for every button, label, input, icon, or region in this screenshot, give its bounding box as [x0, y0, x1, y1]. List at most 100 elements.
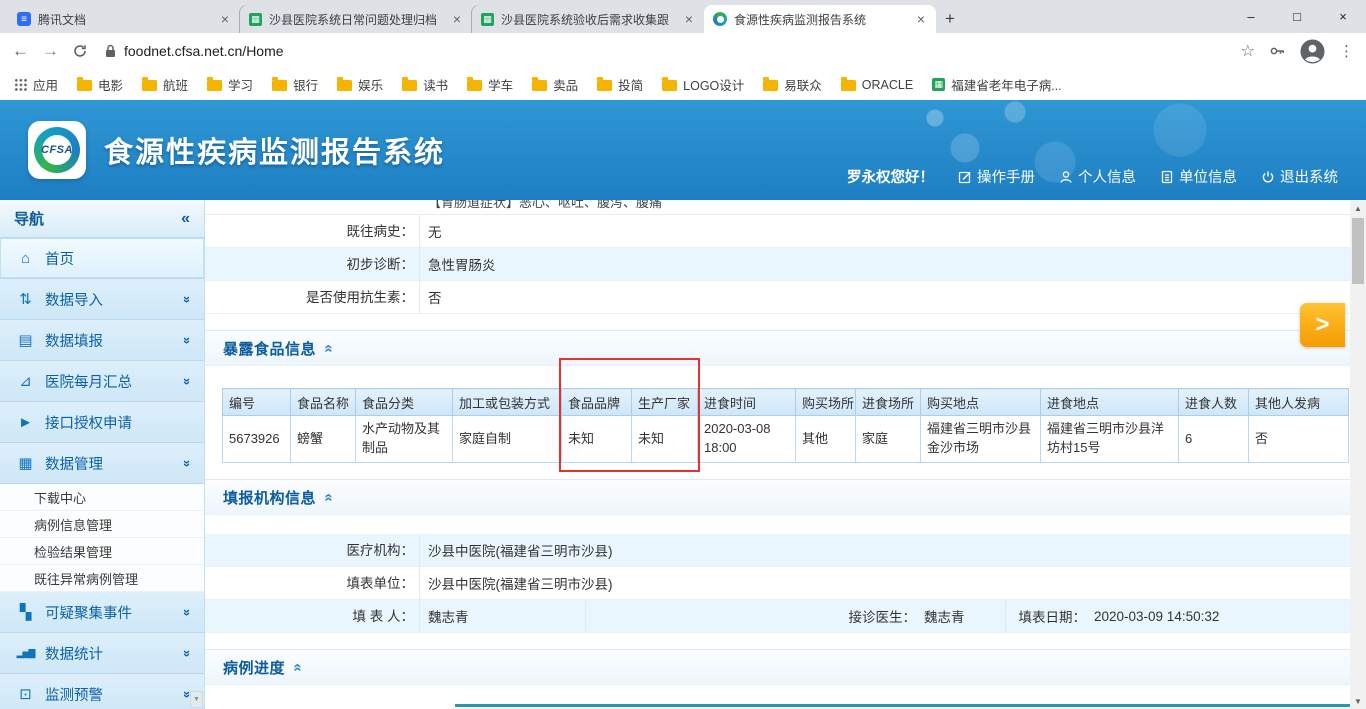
submenu-abnormal-cases[interactable]: 既往异常病例管理 — [0, 565, 204, 592]
sidebar-item-monthly-summary[interactable]: ⊿ 医院每月汇总 » — [0, 361, 204, 402]
cell-eat-place: 家庭 — [855, 415, 921, 463]
collapse-section-icon[interactable]: « — [321, 493, 338, 501]
bookmark-star-icon[interactable]: ☆ — [1241, 41, 1255, 61]
bookmark-folder[interactable]: 卖品 — [532, 75, 578, 94]
column-header: 其他人发病 — [1248, 388, 1349, 416]
clipped-text: 【胃肠道症状】恶心、呕吐、腹泻、腹痛 — [428, 200, 663, 210]
table-header-row: 编号 食品名称 食品分类 加工或包装方式 食品品牌 生产厂家 进食时间 购买场所… — [222, 388, 1349, 416]
refresh-icon[interactable] — [72, 43, 88, 59]
column-header: 进食场所 — [855, 388, 921, 416]
profile-link[interactable]: 个人信息 — [1059, 166, 1136, 187]
tab-close-icon[interactable]: × — [451, 11, 463, 27]
tab-title: 沙县医院系统日常问题处理归档 — [269, 12, 438, 27]
logout-link[interactable]: 退出系统 — [1261, 166, 1338, 187]
bookmark-label: 航班 — [163, 79, 189, 93]
tab-foodnet-active[interactable]: 食源性疾病监测报告系统 × — [704, 5, 936, 33]
sidebar-item-label: 接口授权申请 — [45, 415, 132, 432]
bookmark-folder[interactable]: 电影 — [77, 75, 123, 94]
bookmark-folder[interactable]: LOGO设计 — [662, 75, 744, 94]
unit-info-link[interactable]: 单位信息 — [1160, 166, 1237, 187]
bookmark-folder[interactable]: 投简 — [597, 75, 643, 94]
cell-others-sick: 否 — [1248, 415, 1349, 463]
scroll-up-icon[interactable]: ▲ — [1350, 200, 1366, 216]
forward-icon[interactable]: → — [42, 41, 59, 61]
sidebar-scroll-down[interactable]: ▼ — [190, 691, 203, 708]
bookmark-sheet[interactable]: ▦ 福建省老年电子病... — [932, 75, 1062, 94]
cfsa-logo: CFSA — [28, 121, 86, 179]
next-panel-button[interactable]: > — [1300, 303, 1345, 347]
sidebar-item-cluster-events[interactable]: ▚ 可疑聚集事件 » — [0, 592, 204, 633]
home-icon: ⌂ — [20, 249, 31, 267]
profile-avatar[interactable] — [1300, 38, 1325, 64]
bookmark-folder[interactable]: 银行 — [272, 75, 318, 94]
date-cell: 填表日期： 2020-03-09 14:50:32 — [1005, 600, 1350, 632]
sidebar-collapse-icon[interactable]: « — [181, 210, 190, 228]
chevron-down-icon: » — [179, 377, 195, 385]
scroll-down-icon[interactable]: ▼ — [1350, 693, 1366, 709]
sidebar-item-home[interactable]: ⌂ 首页 — [0, 238, 204, 279]
sidebar-item-interface-auth[interactable]: ► 接口授权申请 — [0, 402, 204, 443]
minimize-button[interactable]: – — [1228, 0, 1274, 32]
bookmark-folder[interactable]: 易联众 — [763, 75, 822, 94]
url-text[interactable]: foodnet.cfsa.net.cn/Home — [124, 43, 284, 59]
spreadsheet-icon: ▦ — [249, 12, 262, 26]
bookmark-folder[interactable]: 航班 — [142, 75, 188, 94]
maximize-button[interactable]: □ — [1274, 0, 1320, 32]
manual-label: 操作手册 — [977, 170, 1035, 186]
tab-title: 沙县医院系统验收后需求收集跟 — [501, 12, 670, 27]
browser-menu-icon[interactable]: ⋮ — [1339, 42, 1354, 60]
bookmarks-bar: 应用 电影 航班 学习 银行 娱乐 读书 学车 卖品 投简 LOGO设计 易联众… — [0, 69, 1366, 100]
submenu-download-center[interactable]: 下载中心 — [0, 484, 204, 511]
bookmark-label: 学车 — [488, 79, 514, 93]
manual-link[interactable]: 操作手册 — [958, 166, 1035, 187]
submenu-case-info[interactable]: 病例信息管理 — [0, 511, 204, 538]
field-label: 医疗机构： — [205, 533, 420, 567]
submenu-test-results[interactable]: 检验结果管理 — [0, 538, 204, 565]
field-value: 2020-03-09 14:50:32 — [1094, 608, 1220, 624]
bookmark-apps[interactable]: 应用 — [14, 75, 58, 94]
new-tab-button[interactable]: + — [936, 5, 964, 33]
back-icon[interactable]: ← — [12, 41, 29, 61]
field-row-institution: 医疗机构： 沙县中医院(福建省三明市沙县) — [205, 533, 1350, 567]
collapse-section-icon[interactable]: « — [321, 344, 338, 352]
scrollbar-thumb[interactable] — [1352, 218, 1364, 284]
sidebar-item-data-entry[interactable]: ▤ 数据填报 » — [0, 320, 204, 361]
close-button[interactable]: × — [1320, 0, 1366, 32]
field-label: 填表单位： — [205, 566, 420, 600]
sidebar-item-data-import[interactable]: ⇅ 数据导入 » — [0, 279, 204, 320]
cell-purchase-location: 福建省三明市沙县金沙市场 — [920, 415, 1041, 463]
tab-close-icon[interactable]: × — [683, 11, 695, 27]
folder-icon — [207, 77, 223, 91]
tab-close-icon[interactable]: × — [915, 11, 927, 27]
chevron-down-icon: » — [179, 336, 195, 344]
tab-close-icon[interactable]: × — [219, 11, 231, 27]
spreadsheet-icon: ▦ — [481, 12, 494, 26]
sidebar-title: 导航 — [14, 211, 45, 228]
bookmark-folder[interactable]: 学车 — [467, 75, 513, 94]
bookmark-folder[interactable]: 学习 — [207, 75, 253, 94]
bookmark-label: 福建省老年电子病... — [951, 79, 1062, 93]
power-icon — [1261, 170, 1275, 184]
folder-icon — [402, 77, 418, 91]
bookmark-folder[interactable]: ORACLE — [840, 77, 913, 92]
omnibox[interactable]: foodnet.cfsa.net.cn/Home — [105, 43, 284, 59]
send-icon: ► — [18, 413, 33, 431]
sidebar-item-data-management[interactable]: ▦ 数据管理 » — [0, 443, 204, 484]
collapse-section-icon[interactable]: « — [290, 663, 307, 671]
cell-packaging: 家庭自制 — [452, 415, 562, 463]
header-links: 罗永权您好！ 操作手册 个人信息 单位信息 退出系统 — [847, 166, 1338, 187]
sidebar-item-label: 首页 — [45, 251, 74, 268]
bookmark-folder[interactable]: 读书 — [402, 75, 448, 94]
sidebar-item-statistics[interactable]: ▂▅▇ 数据统计 » — [0, 633, 204, 674]
cell-number: 5673926 — [222, 415, 291, 463]
tab-tencent-docs[interactable]: ≡ 腾讯文档 × — [8, 5, 240, 33]
bookmark-folder[interactable]: 娱乐 — [337, 75, 383, 94]
vertical-scrollbar[interactable]: ▲ ▼ — [1350, 200, 1366, 709]
column-header: 购买地点 — [920, 388, 1041, 416]
tab-sheet-requirements[interactable]: ▦ 沙县医院系统验收后需求收集跟 × — [472, 5, 704, 33]
bookmark-label: 学习 — [228, 79, 254, 93]
password-key-icon[interactable] — [1269, 43, 1286, 59]
tab-sheet-archive[interactable]: ▦ 沙县医院系统日常问题处理归档 × — [240, 5, 472, 33]
sidebar-item-monitor-warning[interactable]: ⊡ 监测预警 » — [0, 674, 204, 709]
clipped-row: 【胃肠道症状】恶心、呕吐、腹泻、腹痛 — [205, 200, 1350, 215]
